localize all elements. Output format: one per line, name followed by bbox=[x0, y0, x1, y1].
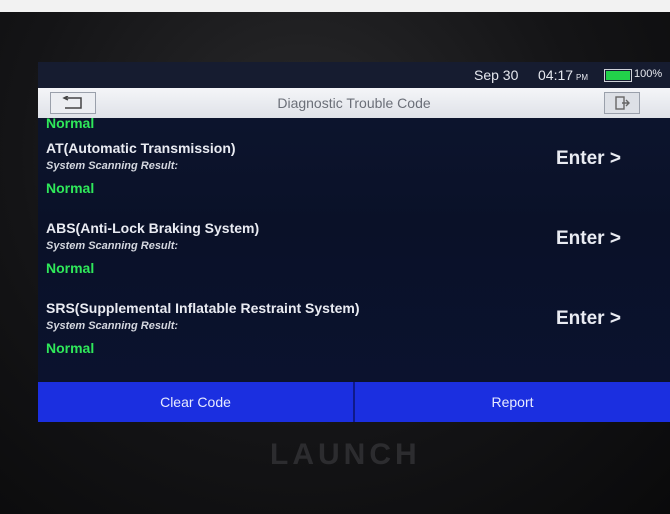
list-item-srs: SRS(Supplemental Inflatable Restraint Sy… bbox=[38, 300, 670, 378]
system-scan-label: System Scanning Result: bbox=[46, 240, 179, 252]
status-bar: Sep 30 04:17 PM 100% bbox=[38, 62, 670, 88]
system-scan-label: System Scanning Result: bbox=[46, 320, 179, 332]
system-status: Normal bbox=[46, 340, 95, 356]
system-status: Normal bbox=[46, 260, 95, 276]
brand-logo: LAUNCH bbox=[270, 438, 421, 471]
enter-button-at[interactable]: Enter > bbox=[556, 148, 621, 170]
enter-button-abs[interactable]: Enter > bbox=[556, 228, 621, 250]
status-ampm: PM bbox=[576, 73, 589, 82]
list-item-abs: ABS(Anti-Lock Braking System) System Sca… bbox=[38, 220, 670, 298]
system-name: SRS(Supplemental Inflatable Restraint Sy… bbox=[46, 300, 360, 316]
enter-button-srs[interactable]: Enter > bbox=[556, 308, 621, 330]
battery-percent: 100% bbox=[634, 68, 663, 80]
exit-button[interactable] bbox=[604, 92, 640, 114]
exit-icon bbox=[615, 96, 630, 110]
battery-fill bbox=[606, 71, 630, 80]
partial-status-normal: Normal bbox=[46, 118, 95, 131]
battery-icon bbox=[604, 69, 632, 82]
page-title: Diagnostic Trouble Code bbox=[277, 95, 431, 111]
system-name: AT(Automatic Transmission) bbox=[46, 140, 236, 156]
system-name: ABS(Anti-Lock Braking System) bbox=[46, 220, 260, 236]
system-status: Normal bbox=[46, 180, 95, 196]
device-screen: Sep 30 04:17 PM 100% Diagnostic Trouble C… bbox=[38, 62, 670, 422]
system-scan-label: System Scanning Result: bbox=[46, 160, 179, 172]
status-clock: 04:17 bbox=[538, 67, 574, 83]
list-item-at: AT(Automatic Transmission) System Scanni… bbox=[38, 140, 670, 218]
footer-bar: Clear Code Report bbox=[38, 382, 670, 422]
report-button[interactable]: Report bbox=[355, 382, 670, 422]
title-bar: Diagnostic Trouble Code bbox=[38, 88, 670, 118]
device-bezel bbox=[0, 0, 670, 12]
system-list: Normal AT(Automatic Transmission) System… bbox=[38, 118, 670, 382]
clear-code-button[interactable]: Clear Code bbox=[38, 382, 353, 422]
status-date: Sep 30 bbox=[474, 67, 519, 83]
status-time: 04:17 PM bbox=[538, 67, 588, 83]
